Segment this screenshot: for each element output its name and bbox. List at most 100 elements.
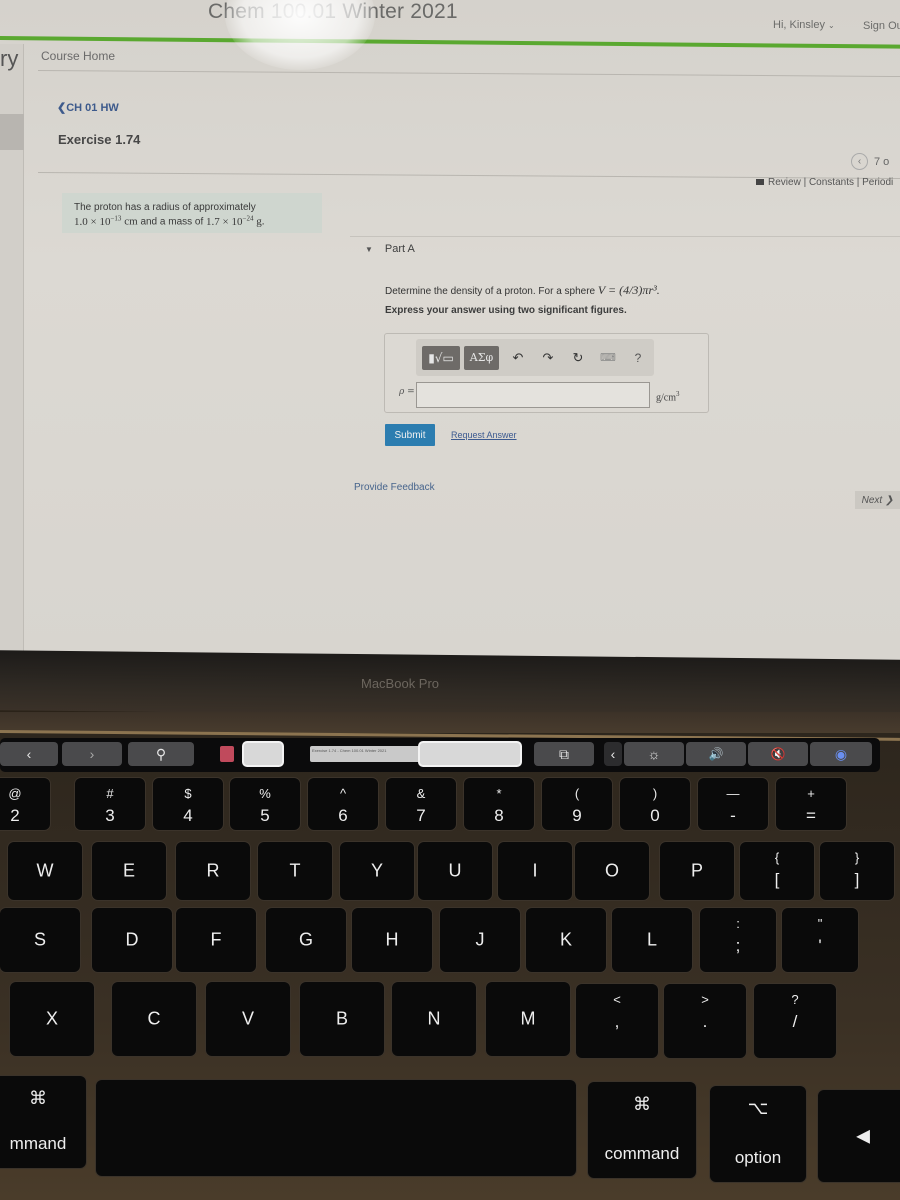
touchbar-new-tab-button[interactable]: ⧉	[534, 742, 594, 766]
touchbar-search-button[interactable]: ⚲	[128, 742, 194, 766]
key-letter: D	[125, 929, 139, 950]
touchbar-volume-button[interactable]: 🔊	[686, 742, 746, 766]
key-9[interactable]: (9	[542, 778, 612, 830]
key-r[interactable]: R	[176, 842, 250, 900]
touchbar-tab-thumbnail-selected[interactable]	[242, 741, 284, 767]
volume-icon: 🔊	[708, 747, 724, 761]
key-letter: M	[520, 1008, 536, 1029]
key-punctuation[interactable]: >.	[664, 984, 746, 1058]
key-symbol: -	[730, 806, 736, 825]
key-5[interactable]: % 5	[230, 778, 300, 830]
key-b[interactable]: B	[300, 982, 384, 1056]
key-n[interactable]: N	[392, 982, 476, 1056]
key-m[interactable]: M	[486, 982, 570, 1056]
spacebar[interactable]	[96, 1080, 576, 1176]
redo-icon[interactable]: ↷	[533, 350, 563, 366]
key-symbol: /	[792, 1012, 798, 1031]
key-0[interactable]: ) 0	[620, 778, 690, 830]
key-6[interactable]: ^ 6	[308, 778, 378, 830]
key-shift-symbol: *	[496, 786, 502, 801]
sidebar-active-item[interactable]	[0, 114, 24, 150]
key-c[interactable]: C	[112, 982, 196, 1056]
key-shift-symbol: +	[807, 786, 815, 801]
key-punctuation[interactable]: ? /	[754, 984, 836, 1058]
course-home-link[interactable]: Course Home	[41, 49, 115, 63]
laptop-screen: Chem 100.01 Winter 2021 Hi, Kinsley ⌄ Sig…	[0, 0, 900, 660]
key-g[interactable]: G	[266, 908, 346, 972]
touchbar-siri-button[interactable]: ◉	[810, 742, 872, 766]
key-w[interactable]: W	[8, 842, 82, 900]
key-bracket[interactable]: {[	[740, 842, 814, 900]
help-icon[interactable]: ?	[623, 351, 653, 365]
key-symbol: 0	[650, 806, 660, 825]
left-sidebar: ry	[0, 44, 24, 660]
key-symbol: .	[702, 1012, 708, 1031]
key-x[interactable]: X	[10, 982, 94, 1056]
key-h[interactable]: H	[352, 908, 432, 972]
templates-button[interactable]: ▮√▭	[422, 345, 460, 370]
touchbar-forward-button[interactable]: ›	[62, 742, 122, 766]
key-shift-symbol: >	[701, 992, 709, 1007]
key-f[interactable]: F	[176, 908, 256, 972]
reset-icon[interactable]: ↻	[563, 350, 593, 366]
key-letter: C	[147, 1008, 161, 1029]
undo-icon[interactable]: ↶	[503, 350, 533, 366]
touchbar-tab-thumbnail[interactable]	[220, 746, 234, 762]
keyboard-icon[interactable]: ⌨	[593, 351, 623, 364]
key-8[interactable]: * 8	[464, 778, 534, 830]
sign-out-link[interactable]: Sign Ou	[863, 20, 900, 32]
option-key[interactable]: ⌥ option	[710, 1086, 806, 1182]
key-y[interactable]: Y	[340, 842, 414, 900]
back-to-assignment-link[interactable]: ❮CH 01 HW	[57, 101, 119, 114]
key-=[interactable]: + =	[776, 778, 846, 830]
key-letter: K	[559, 929, 572, 950]
submit-button[interactable]: Submit	[385, 424, 435, 446]
answer-unit: g/cm3	[656, 390, 680, 403]
previous-item-button[interactable]: ‹	[851, 153, 868, 170]
key-2[interactable]: @2	[0, 778, 50, 830]
request-answer-link[interactable]: Request Answer	[451, 430, 517, 440]
key--[interactable]: — -	[698, 778, 768, 830]
greek-symbols-button[interactable]: ΑΣφ	[464, 345, 499, 370]
right-command-key[interactable]: ⌘ command	[588, 1082, 696, 1178]
user-menu[interactable]: Hi, Kinsley ⌄	[773, 19, 835, 31]
touch-bar: ‹ › ⚲ Exercise 1.74 - Chem 100.01 Winter…	[0, 738, 880, 772]
key-symbol: '	[818, 936, 822, 955]
key-4[interactable]: $4	[153, 778, 223, 830]
key-d[interactable]: D	[92, 908, 172, 972]
question-text: Determine the density of a proton. For a…	[385, 283, 660, 298]
key-t[interactable]: T	[258, 842, 332, 900]
touchbar-tab-preview-selected[interactable]	[418, 741, 522, 767]
key-i[interactable]: I	[498, 842, 572, 900]
resources-links[interactable]: Review | Constants | Periodi	[756, 177, 893, 188]
key-bracket[interactable]: }]	[820, 842, 894, 900]
touchbar-expand-button[interactable]: ‹	[604, 742, 622, 766]
touchbar-mute-button[interactable]: 🔇	[748, 742, 808, 766]
key-punctuation[interactable]: " '	[782, 908, 858, 972]
key-punctuation[interactable]: :;	[700, 908, 776, 972]
arrow-left-key[interactable]: ◀	[818, 1090, 900, 1182]
key-p[interactable]: P	[660, 842, 734, 900]
touchbar-tab-preview[interactable]: Exercise 1.74 - Chem 100.01 Winter 2021	[310, 746, 422, 762]
key-k[interactable]: K	[526, 908, 606, 972]
touchbar-back-button[interactable]: ‹	[0, 742, 58, 766]
key-o[interactable]: O	[575, 842, 649, 900]
key-7[interactable]: & 7	[386, 778, 456, 830]
key-s[interactable]: S	[0, 908, 80, 972]
key-e[interactable]: E	[92, 842, 166, 900]
provide-feedback-link[interactable]: Provide Feedback	[354, 482, 435, 493]
brightness-icon: ☼	[647, 746, 661, 762]
left-command-key[interactable]: ⌘ mmand	[0, 1076, 86, 1168]
density-answer-input[interactable]	[416, 382, 650, 408]
next-button[interactable]: Next ❯	[855, 491, 900, 509]
touchbar-brightness-button[interactable]: ☼	[624, 742, 684, 766]
key-u[interactable]: U	[418, 842, 492, 900]
key-letter: Y	[370, 860, 383, 881]
key-3[interactable]: #3	[75, 778, 145, 830]
key-j[interactable]: J	[440, 908, 520, 972]
key-l[interactable]: L	[612, 908, 692, 972]
key-punctuation[interactable]: <,	[576, 984, 658, 1058]
key-v[interactable]: V	[206, 982, 290, 1056]
part-a-header[interactable]: ▼ Part A	[365, 243, 415, 255]
key-shift-symbol: @	[8, 786, 22, 801]
